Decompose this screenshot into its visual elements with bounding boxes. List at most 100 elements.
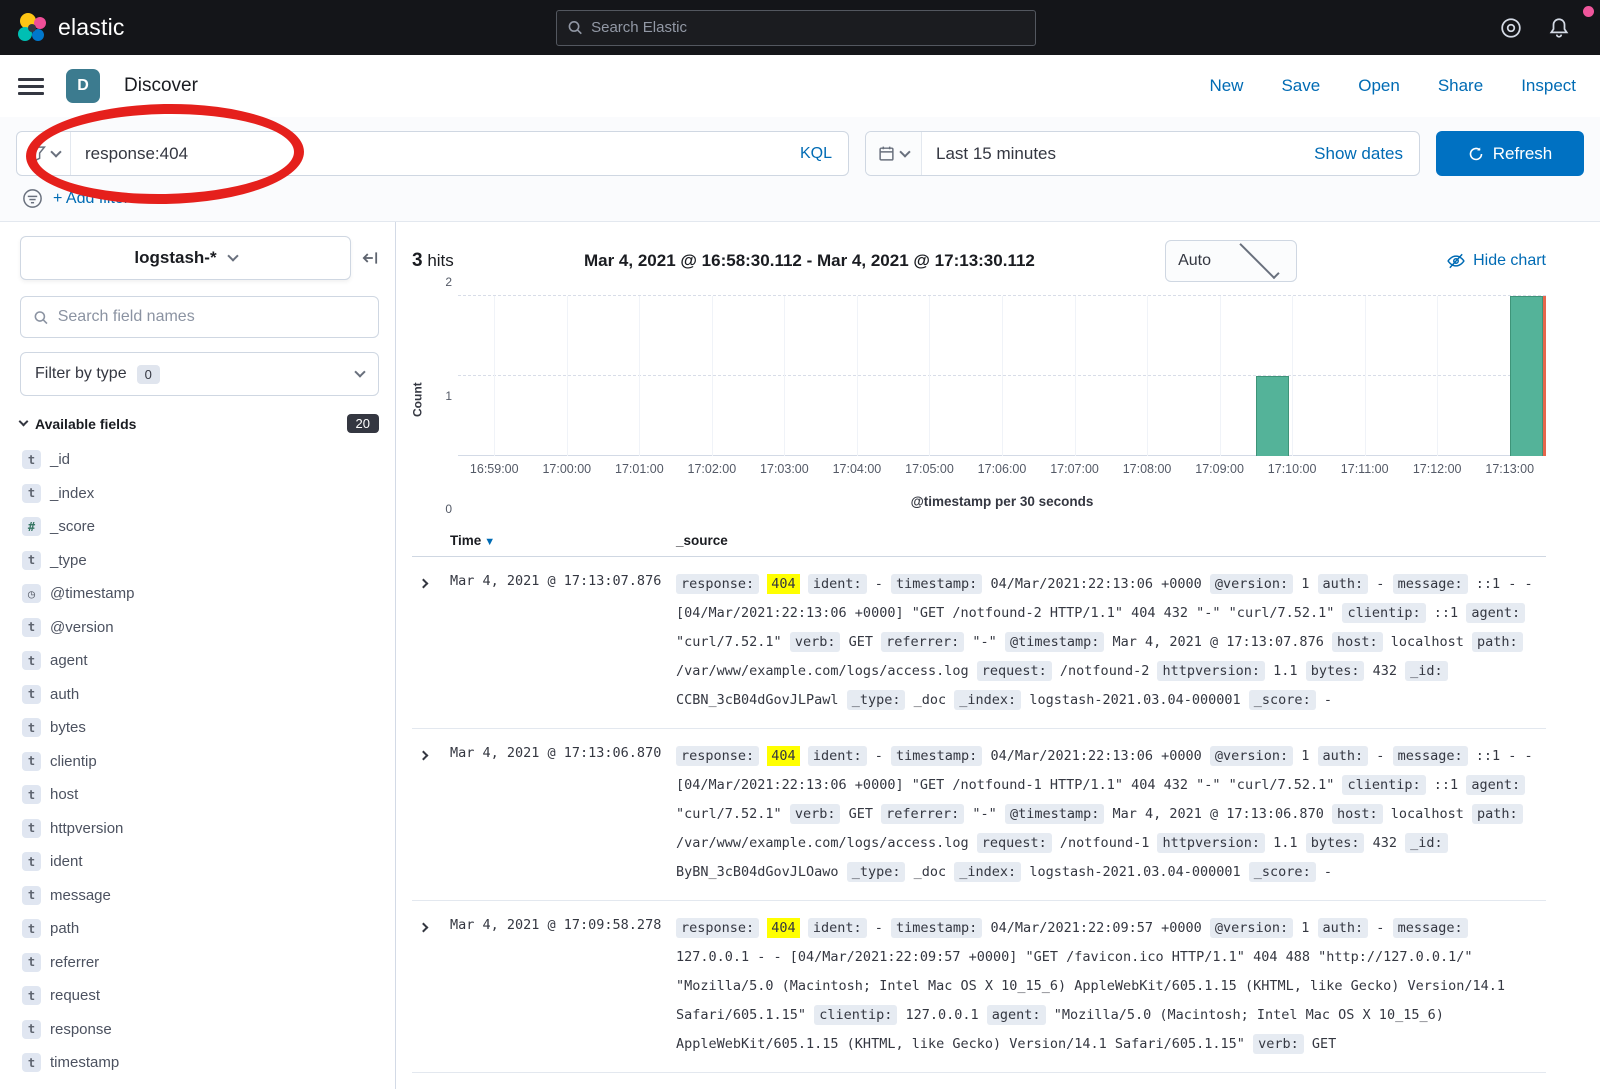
field-name: message [50, 887, 111, 904]
global-search-input[interactable] [591, 19, 1025, 36]
collapse-sidebar-icon[interactable] [361, 249, 379, 267]
y-tick-label: 0 [445, 502, 452, 516]
saved-query-menu-button[interactable] [17, 132, 71, 175]
index-pattern-selector[interactable]: logstash-* [20, 236, 351, 280]
vertical-gridline [857, 296, 858, 456]
source-field-value: _doc [914, 864, 947, 880]
source-field-value: logstash-2021.03.04-000001 [1029, 864, 1240, 880]
source-field-key: _type: [847, 862, 906, 882]
expand-row-button[interactable] [412, 570, 450, 715]
field-item-@timestamp[interactable]: ◷@timestamp [20, 577, 379, 611]
share-button[interactable]: Share [1438, 76, 1483, 96]
field-item-_id[interactable]: t_id [20, 443, 379, 477]
field-item-clientip[interactable]: tclientip [20, 745, 379, 779]
new-button[interactable]: New [1209, 76, 1243, 96]
field-item-response[interactable]: tresponse [20, 1013, 379, 1047]
help-icon[interactable] [1500, 17, 1522, 39]
field-item-path[interactable]: tpath [20, 912, 379, 946]
x-tick-label: 17:13:00 [1485, 462, 1534, 476]
sort-desc-icon[interactable]: ▼ [484, 536, 495, 548]
hamburger-menu-icon[interactable] [18, 78, 44, 95]
source-column-header: _source [676, 533, 1546, 548]
source-field-value-highlighted: 404 [767, 574, 799, 594]
histogram-bar[interactable] [1256, 376, 1289, 456]
fields-list: t_idt_index#_scoret_type◷@timestampt@ver… [20, 443, 379, 1080]
source-field-key: verb: [1253, 1034, 1304, 1054]
refresh-button[interactable]: Refresh [1436, 131, 1584, 176]
source-field-value: ::1 [1434, 777, 1458, 793]
query-text[interactable]: response:404 [71, 144, 784, 164]
space-badge[interactable]: D [66, 69, 100, 103]
source-field-value: GET [1312, 1036, 1336, 1052]
interval-select[interactable]: Auto [1165, 240, 1297, 282]
string-type-icon: t [22, 551, 41, 570]
source-field-key: _type: [847, 690, 906, 710]
source-field-key: httpversion: [1157, 833, 1265, 853]
field-item-@version[interactable]: t@version [20, 611, 379, 645]
source-field-key: @timestamp: [1005, 804, 1104, 824]
x-tick-label: 17:05:00 [905, 462, 954, 476]
query-input[interactable]: response:404 KQL [16, 131, 849, 176]
vertical-gridline [639, 296, 640, 456]
elastic-brand[interactable]: elastic [16, 12, 556, 44]
inspect-button[interactable]: Inspect [1521, 76, 1576, 96]
source-field-key: message: [1393, 746, 1468, 766]
x-ticks: 16:59:0017:00:0017:01:0017:02:0017:03:00… [458, 462, 1546, 488]
field-item-_score[interactable]: #_score [20, 510, 379, 544]
field-item-host[interactable]: thost [20, 778, 379, 812]
expand-row-button[interactable] [412, 914, 450, 1059]
field-item-_index[interactable]: t_index [20, 477, 379, 511]
string-type-icon: t [22, 618, 41, 637]
open-button[interactable]: Open [1358, 76, 1400, 96]
field-item-auth[interactable]: tauth [20, 678, 379, 712]
string-type-icon: t [22, 852, 41, 871]
source-field-value: GET [849, 806, 873, 822]
field-name: _score [50, 518, 95, 535]
source-field-key: @version: [1210, 574, 1293, 594]
vertical-gridline [1147, 296, 1148, 456]
time-range-value[interactable]: Last 15 minutes [922, 144, 1298, 164]
source-field-value: - [1324, 692, 1332, 708]
x-tick-label: 17:12:00 [1413, 462, 1462, 476]
field-search[interactable] [20, 296, 379, 338]
global-search[interactable] [556, 10, 1036, 46]
notifications-icon[interactable] [1548, 17, 1570, 39]
source-field-key: request: [977, 833, 1052, 853]
time-column-header[interactable]: Time▼ [450, 533, 676, 548]
field-item-bytes[interactable]: tbytes [20, 711, 379, 745]
doc-table-body: Mar 4, 2021 @ 17:13:07.876 response: 404 … [412, 557, 1546, 1073]
table-row: Mar 4, 2021 @ 17:13:06.870response: 404 … [412, 729, 1546, 901]
source-field-value: CCBN_3cB04dGovJLPawl [676, 692, 839, 708]
source-field-key: agent: [987, 1005, 1046, 1025]
field-item-ident[interactable]: tident [20, 845, 379, 879]
source-field-value: Mar 4, 2021 @ 17:13:07.876 [1113, 634, 1324, 650]
hits-count: 3 hits [412, 250, 454, 272]
show-dates-button[interactable]: Show dates [1298, 144, 1419, 164]
field-item-agent[interactable]: tagent [20, 644, 379, 678]
field-item-request[interactable]: trequest [20, 979, 379, 1013]
quick-select-button[interactable] [866, 132, 922, 175]
field-item-referrer[interactable]: treferrer [20, 946, 379, 980]
x-tick-label: 17:08:00 [1123, 462, 1172, 476]
hide-chart-button[interactable]: Hide chart [1447, 252, 1546, 270]
add-filter-button[interactable]: + Add filter [53, 190, 129, 208]
field-item-message[interactable]: tmessage [20, 879, 379, 913]
field-item-_type[interactable]: t_type [20, 544, 379, 578]
row-source: response: 404 ident: - timestamp: 04/Mar… [676, 914, 1546, 1059]
field-item-httpversion[interactable]: thttpversion [20, 812, 379, 846]
save-button[interactable]: Save [1281, 76, 1320, 96]
field-search-input[interactable] [58, 308, 366, 326]
field-item-timestamp[interactable]: ttimestamp [20, 1046, 379, 1080]
source-field-value: 1.1 [1273, 835, 1297, 851]
source-field-key: message: [1393, 574, 1468, 594]
expand-row-button[interactable] [412, 742, 450, 887]
filter-by-type[interactable]: Filter by type 0 [20, 352, 379, 396]
vertical-gridline [1365, 296, 1366, 456]
kql-toggle[interactable]: KQL [784, 145, 848, 163]
histogram-bar[interactable] [1510, 296, 1543, 456]
source-field-value: 04/Mar/2021:22:13:06 +0000 [990, 576, 1201, 592]
source-field-value-highlighted: 404 [767, 746, 799, 766]
source-field-key: response: [676, 918, 759, 938]
date-picker[interactable]: Last 15 minutes Show dates [865, 131, 1420, 176]
available-fields-header[interactable]: Available fields 20 [20, 414, 379, 433]
